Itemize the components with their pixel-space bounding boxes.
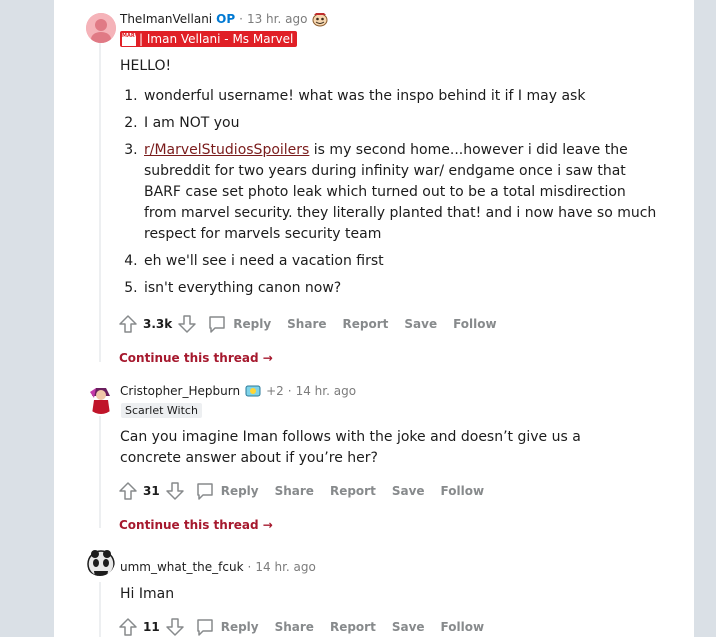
- thread-line[interactable]: [99, 416, 101, 528]
- comment-meta: TheImanVellani OP · 13 hr. ago: [120, 11, 329, 27]
- downvote-icon[interactable]: [165, 617, 185, 637]
- separator: ·: [287, 384, 292, 398]
- report-button[interactable]: Report: [330, 620, 376, 634]
- author-name[interactable]: TheImanVellani: [120, 12, 212, 26]
- follow-button[interactable]: Follow: [453, 317, 497, 331]
- user-avatar-icon: [90, 388, 110, 414]
- list-item: r/MarvelStudiosSpoilers is my second hom…: [142, 140, 660, 245]
- follow-button[interactable]: Follow: [441, 620, 485, 634]
- vote-count: 31: [143, 484, 160, 498]
- list-item: wonderful username! what was the inspo b…: [142, 86, 660, 107]
- share-button[interactable]: Share: [287, 317, 326, 331]
- vote-count: 11: [143, 620, 160, 634]
- comment-actions: 31 Reply Share Report Save Follow: [118, 481, 500, 501]
- comment-body: Can you imagine Iman follows with the jo…: [120, 429, 581, 466]
- comment-body: HELLO! wonderful username! what was the …: [120, 56, 660, 305]
- author-name[interactable]: Cristopher_Hepburn: [120, 384, 240, 398]
- list-item: isn't everything canon now?: [142, 278, 660, 299]
- comment-body: Hi Iman: [120, 586, 175, 602]
- save-button[interactable]: Save: [392, 484, 425, 498]
- continue-thread-link[interactable]: Continue this thread →: [119, 351, 273, 365]
- reply-button[interactable]: Reply: [221, 620, 259, 634]
- timestamp[interactable]: 13 hr. ago: [247, 12, 307, 26]
- marvel-studios-logo-icon: MARVEL STUDIOS: [122, 32, 136, 46]
- comment-actions: 3.3k Reply Share Report Save Follow: [118, 314, 513, 334]
- upvote-icon[interactable]: [118, 314, 138, 334]
- answer-list: wonderful username! what was the inspo b…: [120, 86, 660, 299]
- save-button[interactable]: Save: [404, 317, 437, 331]
- downvote-icon[interactable]: [165, 481, 185, 501]
- timestamp[interactable]: 14 hr. ago: [255, 560, 315, 574]
- continue-thread-link[interactable]: Continue this thread →: [119, 518, 273, 532]
- upvote-icon[interactable]: [118, 617, 138, 637]
- comment-icon[interactable]: [195, 481, 215, 501]
- upvote-icon[interactable]: [118, 481, 138, 501]
- user-avatar-icon: [86, 13, 116, 43]
- award-icon[interactable]: [244, 383, 262, 399]
- op-badge: OP: [216, 12, 236, 26]
- comment-meta: umm_what_the_fcuk · 14 hr. ago: [120, 560, 316, 574]
- separator: ·: [247, 560, 252, 574]
- save-button[interactable]: Save: [392, 620, 425, 634]
- user-flair: MARVEL STUDIOS | Iman Vellani - Ms Marve…: [120, 31, 298, 47]
- share-button[interactable]: Share: [275, 484, 314, 498]
- comments-panel: TheImanVellani OP · 13 hr. ago MARVEL ST…: [54, 0, 694, 637]
- greeting-text: HELLO!: [120, 58, 172, 74]
- avatar[interactable]: [86, 13, 116, 43]
- vote-count: 3.3k: [143, 317, 173, 331]
- downvote-icon[interactable]: [177, 314, 197, 334]
- comment-meta: Cristopher_Hepburn +2 · 14 hr. ago: [120, 383, 356, 399]
- comment-icon[interactable]: [195, 617, 215, 637]
- thread-line[interactable]: [99, 42, 101, 362]
- follow-button[interactable]: Follow: [441, 484, 485, 498]
- list-item: I am NOT you: [142, 113, 660, 134]
- thread-line[interactable]: [99, 582, 101, 637]
- timestamp[interactable]: 14 hr. ago: [296, 384, 356, 398]
- user-flair: Scarlet Witch: [121, 403, 202, 418]
- reply-button[interactable]: Reply: [233, 317, 271, 331]
- author-name[interactable]: umm_what_the_fcuk: [120, 560, 244, 574]
- user-avatar-icon: [87, 550, 115, 576]
- report-button[interactable]: Report: [330, 484, 376, 498]
- flair-text: | Iman Vellani - Ms Marvel: [139, 32, 294, 46]
- comment-icon[interactable]: [207, 314, 227, 334]
- share-button[interactable]: Share: [275, 620, 314, 634]
- award-count: +2: [266, 384, 284, 398]
- reply-button[interactable]: Reply: [221, 484, 259, 498]
- award-icon[interactable]: [311, 11, 329, 27]
- avatar[interactable]: [85, 546, 115, 576]
- subreddit-link[interactable]: r/MarvelStudiosSpoilers: [144, 142, 309, 158]
- list-item: eh we'll see i need a vacation first: [142, 251, 660, 272]
- avatar[interactable]: [86, 384, 116, 414]
- separator: ·: [239, 12, 243, 26]
- comment-actions: 11 Reply Share Report Save Follow: [118, 617, 500, 637]
- report-button[interactable]: Report: [343, 317, 389, 331]
